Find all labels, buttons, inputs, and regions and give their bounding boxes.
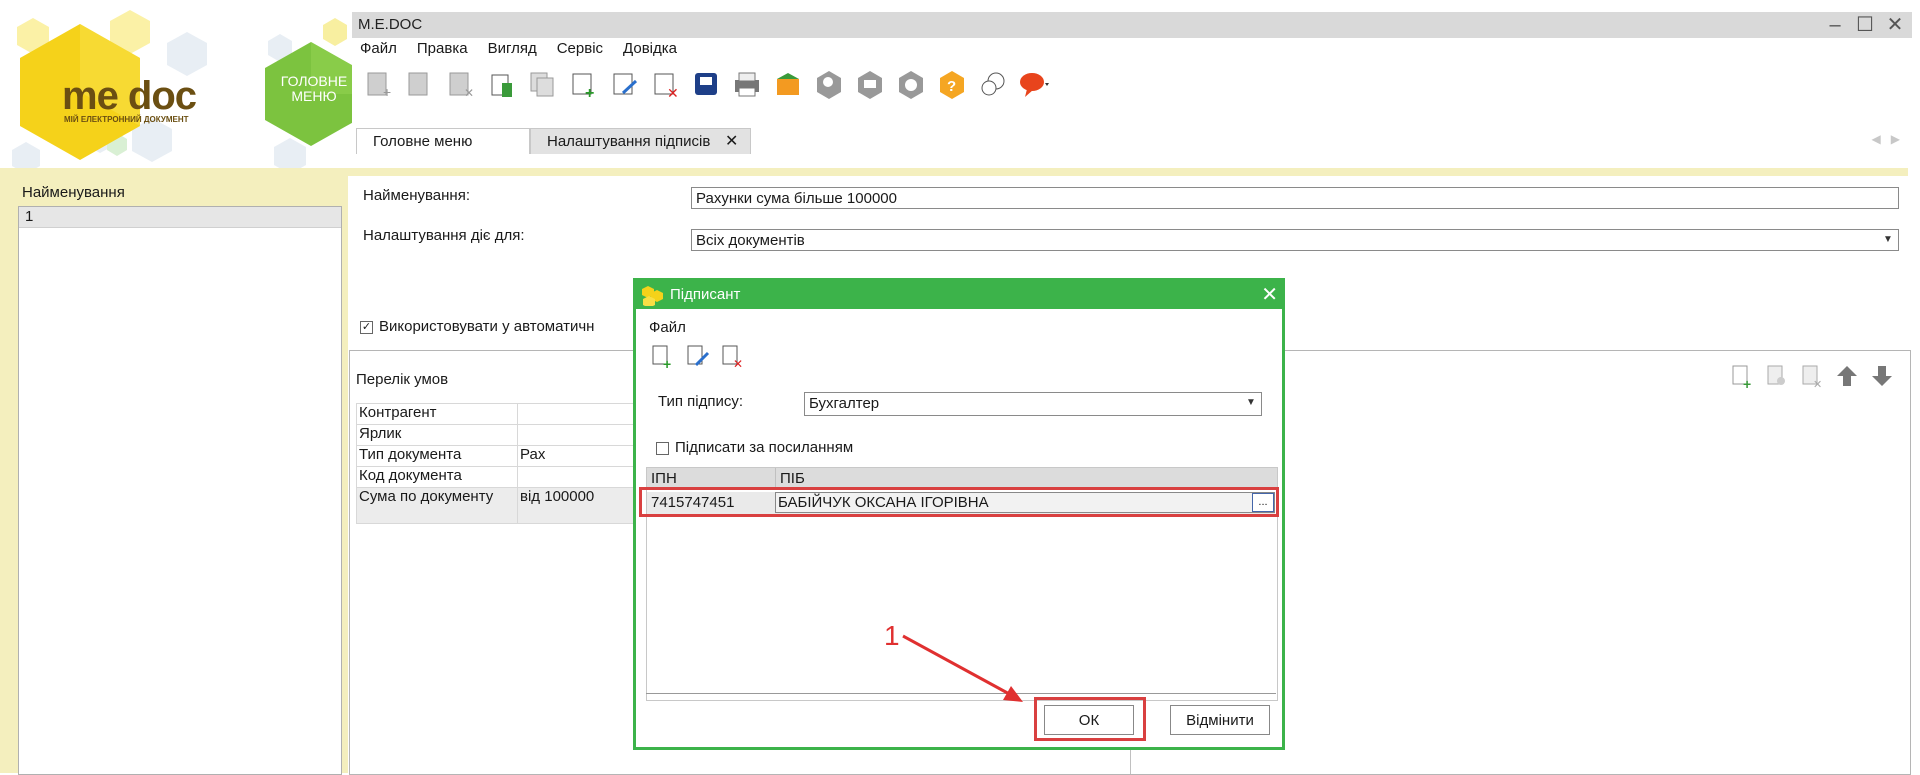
maximize-icon[interactable]: ☐ <box>1854 14 1876 36</box>
archive-icon[interactable] <box>850 64 890 104</box>
minimize-icon[interactable]: – <box>1824 14 1846 36</box>
app-title: M.E.DOC <box>358 16 423 33</box>
add-signer-icon[interactable]: + <box>645 339 679 373</box>
feedback-icon[interactable] <box>1014 64 1054 104</box>
delete-signer-icon[interactable]: ✕ <box>715 339 749 373</box>
conditions-toolbar: + ✕ <box>1725 359 1900 393</box>
sign-by-link-checkbox[interactable]: Підписати за посиланням <box>656 439 853 456</box>
cell-name: Тип документа <box>356 445 518 467</box>
add-condition-icon[interactable]: + <box>1725 359 1759 393</box>
name-field[interactable]: Рахунки сума більше 100000 <box>691 187 1899 209</box>
annotation-arrow-icon <box>902 634 1023 702</box>
highlight-frame <box>639 487 1279 517</box>
auto-use-checkbox[interactable]: ✓ Використовувати у автоматичн <box>360 318 594 335</box>
tab-main-menu[interactable]: Головне меню <box>356 128 530 154</box>
svg-text:✕: ✕ <box>733 357 743 369</box>
left-list: 1 <box>18 206 342 775</box>
close-tab-icon[interactable]: ✕ <box>725 129 738 154</box>
applies-select[interactable]: Всіх документів ▼ <box>691 229 1899 251</box>
svg-text:✕: ✕ <box>1813 379 1822 389</box>
chevron-down-icon[interactable]: ▼ <box>1241 393 1261 413</box>
checkbox-icon[interactable] <box>656 441 669 455</box>
close-window-icon[interactable]: ✕ <box>1884 14 1906 36</box>
search-icon[interactable] <box>809 64 849 104</box>
signature-type-value: Бухгалтер <box>809 395 880 412</box>
arrow-down-icon[interactable] <box>1865 359 1899 393</box>
arrow-up-icon[interactable] <box>1830 359 1864 393</box>
svg-text:+: + <box>1743 376 1751 389</box>
auto-use-label: Використовувати у автоматичн <box>379 318 595 335</box>
print-icon[interactable] <box>727 64 767 104</box>
open-doc-icon[interactable] <box>399 64 439 104</box>
edit-condition-icon[interactable] <box>1760 359 1794 393</box>
svg-text:✕: ✕ <box>464 86 474 99</box>
applies-label: Налаштування діє для: <box>363 227 525 244</box>
title-bar: M.E.DOC – ☐ ✕ <box>352 12 1912 38</box>
copy-doc-icon[interactable] <box>522 64 562 104</box>
delete-row-icon[interactable]: ✕ <box>645 64 685 104</box>
checkbox-checked-icon[interactable]: ✓ <box>360 320 373 334</box>
ok-button[interactable]: ОК <box>1044 705 1134 735</box>
left-panel: Найменування 1 <box>0 176 348 775</box>
svg-text:?: ? <box>947 78 956 95</box>
menu-view[interactable]: Вигляд <box>488 40 537 57</box>
list-item[interactable]: 1 <box>19 207 341 228</box>
dialog-title: Підписант <box>670 286 741 303</box>
branding-panel: me doc МІЙ ЕЛЕКТРОННИЙ ДОКУМЕНТ ГОЛОВНЕ … <box>0 0 352 172</box>
main-toolbar: + ✕ + ✕ ? <box>358 64 1055 104</box>
name-label: Найменування: <box>363 187 470 204</box>
signature-type-label: Тип підпису: <box>658 393 744 410</box>
menu-bar: Файл Правка Вигляд Сервіс Довідка <box>352 40 689 64</box>
applies-value: Всіх документів <box>696 232 805 249</box>
edit-signer-icon[interactable] <box>680 339 714 373</box>
tab-scroll-arrows-icon[interactable]: ◀ ▶ <box>1872 132 1900 146</box>
cell-name: Ярлик <box>356 424 518 446</box>
tab-settings-label: Налаштування підписів <box>547 133 711 150</box>
delete-condition-icon[interactable]: ✕ <box>1795 359 1829 393</box>
svg-text:+: + <box>663 356 671 369</box>
close-icon[interactable]: ✕ <box>1261 281 1278 309</box>
documents-icon[interactable] <box>481 64 521 104</box>
save-icon[interactable] <box>686 64 726 104</box>
svg-text:+: + <box>383 84 391 99</box>
dialog-menu-file[interactable]: Файл <box>649 319 686 336</box>
cell-name: Контрагент <box>356 403 518 425</box>
svg-text:✕: ✕ <box>667 85 679 99</box>
help-icon[interactable]: ? <box>932 64 972 104</box>
chat-icon[interactable] <box>973 64 1013 104</box>
left-list-header: Найменування <box>22 184 125 201</box>
signature-type-select[interactable]: Бухгалтер ▼ <box>804 392 1262 416</box>
tab-bar: Головне меню Налаштування підписів ✕ <box>356 128 1908 154</box>
divider <box>0 168 1908 176</box>
chevron-down-icon[interactable]: ▼ <box>1878 230 1898 250</box>
sign-by-link-label: Підписати за посиланням <box>675 439 854 456</box>
menu-service[interactable]: Сервіс <box>557 40 603 57</box>
app-logo-icon <box>640 284 664 316</box>
conditions-title: Перелік умов <box>356 371 449 388</box>
dialog-title-bar: Підписант ✕ <box>636 281 1282 309</box>
cell-name: Код документа <box>356 466 518 488</box>
menu-file[interactable]: Файл <box>360 40 397 57</box>
cancel-button[interactable]: Відмінити <box>1170 705 1270 735</box>
home-menu-button[interactable]: ГОЛОВНЕ МЕНЮ <box>272 74 352 104</box>
new-doc-icon[interactable]: + <box>358 64 398 104</box>
menu-help[interactable]: Довідка <box>623 40 677 57</box>
logo-subtitle: МІЙ ЕЛЕКТРОННИЙ ДОКУМЕНТ <box>64 115 189 124</box>
menu-edit[interactable]: Правка <box>417 40 468 57</box>
medoc-logo: me doc <box>62 74 197 118</box>
tab-signature-settings[interactable]: Налаштування підписів ✕ <box>530 128 752 154</box>
cell-name: Сума по документу <box>356 487 518 524</box>
delete-doc-icon[interactable]: ✕ <box>440 64 480 104</box>
dialog-toolbar: + ✕ <box>645 339 750 373</box>
send-icon[interactable] <box>768 64 808 104</box>
edit-row-icon[interactable] <box>604 64 644 104</box>
add-row-icon[interactable]: + <box>563 64 603 104</box>
svg-text:+: + <box>585 85 594 99</box>
check-icon[interactable] <box>891 64 931 104</box>
